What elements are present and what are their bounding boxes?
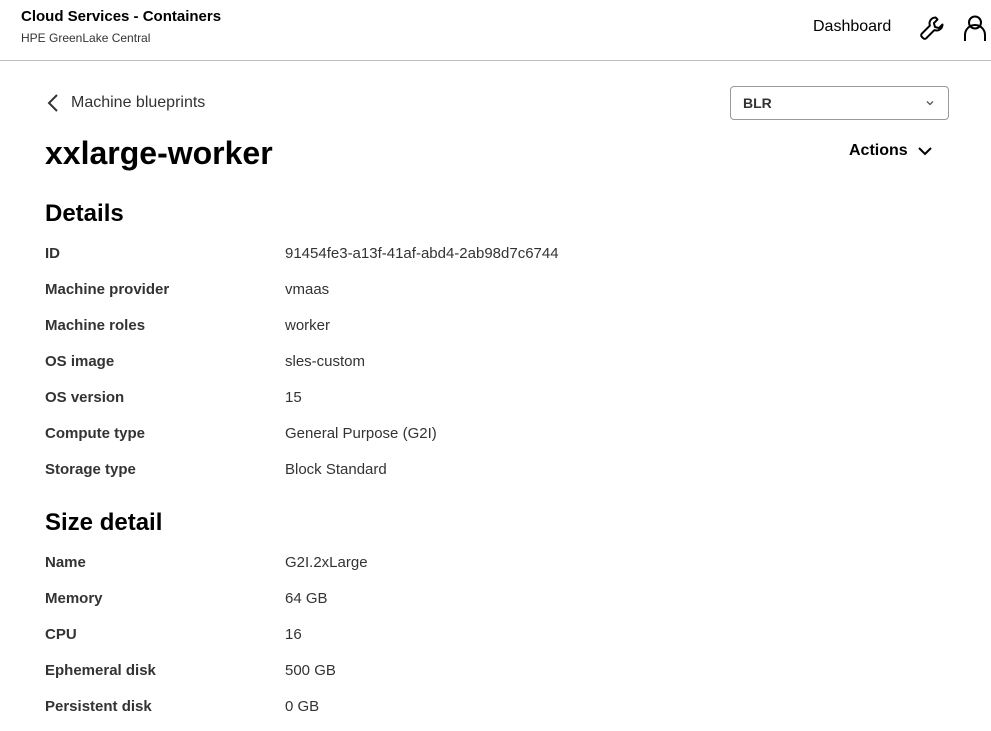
detail-key: Storage type xyxy=(45,461,136,478)
detail-row-compute-type: Compute type General Purpose (G2I) xyxy=(45,425,945,445)
detail-value: Block Standard xyxy=(285,461,387,478)
detail-row-os-image: OS image sles-custom xyxy=(45,353,945,373)
page-title: xxlarge-worker xyxy=(45,135,273,171)
size-detail-heading: Size detail xyxy=(45,509,163,536)
detail-key: Machine roles xyxy=(45,317,146,334)
detail-row-os-version: OS version 15 xyxy=(45,389,945,409)
chevron-down-icon xyxy=(926,101,934,106)
size-key: Name xyxy=(45,554,86,571)
detail-key: Compute type xyxy=(45,425,146,442)
detail-row-id: ID 91454fe3-a13f-41af-abd4-2ab98d7c6744 xyxy=(45,245,945,265)
app-header: Cloud Services - Containers HPE GreenLak… xyxy=(0,0,991,61)
detail-value: sles-custom xyxy=(285,353,366,370)
size-value: 64 GB xyxy=(285,590,328,607)
region-select[interactable]: BLR xyxy=(730,86,949,120)
app-subtitle: HPE GreenLake Central xyxy=(21,31,151,45)
size-row-persistent-disk: Persistent disk 0 GB xyxy=(45,698,945,718)
detail-value: 15 xyxy=(285,389,302,406)
dashboard-link[interactable]: Dashboard xyxy=(813,17,891,37)
size-value: 0 GB xyxy=(285,698,320,715)
wrench-icon[interactable] xyxy=(918,14,946,42)
back-link-machine-blueprints[interactable]: Machine blueprints xyxy=(46,92,205,114)
size-key: CPU xyxy=(45,626,77,643)
size-row-memory: Memory 64 GB xyxy=(45,590,945,610)
detail-key: ID xyxy=(45,245,60,262)
size-value: 500 GB xyxy=(285,662,336,679)
chevron-down-icon xyxy=(917,147,932,156)
actions-menu-button[interactable]: Actions xyxy=(849,142,933,160)
page: Cloud Services - Containers HPE GreenLak… xyxy=(0,0,991,731)
app-title: Cloud Services - Containers xyxy=(21,8,222,25)
detail-row-machine-roles: Machine roles worker xyxy=(45,317,945,337)
size-row-cpu: CPU 16 xyxy=(45,626,945,646)
detail-row-machine-provider: Machine provider vmaas xyxy=(45,281,945,301)
detail-value: 91454fe3-a13f-41af-abd4-2ab98d7c6744 xyxy=(285,245,559,262)
detail-key: OS version xyxy=(45,389,125,406)
chevron-left-icon xyxy=(47,94,58,112)
size-value: G2I.2xLarge xyxy=(285,554,368,571)
user-icon[interactable] xyxy=(961,14,989,42)
details-heading: Details xyxy=(45,200,124,227)
size-key: Persistent disk xyxy=(45,698,152,715)
region-select-value: BLR xyxy=(743,95,772,111)
detail-row-storage-type: Storage type Block Standard xyxy=(45,461,945,481)
detail-key: OS image xyxy=(45,353,115,370)
detail-key: Machine provider xyxy=(45,281,170,298)
detail-value: General Purpose (G2I) xyxy=(285,425,437,442)
size-key: Ephemeral disk xyxy=(45,662,156,679)
size-key: Memory xyxy=(45,590,103,607)
detail-value: worker xyxy=(285,317,331,334)
back-link-label: Machine blueprints xyxy=(71,94,206,111)
size-value: 16 xyxy=(285,626,302,643)
detail-value: vmaas xyxy=(285,281,330,298)
size-row-ephemeral-disk: Ephemeral disk 500 GB xyxy=(45,662,945,682)
brand[interactable]: Cloud Services - Containers HPE GreenLak… xyxy=(21,8,221,46)
actions-label: Actions xyxy=(849,142,908,159)
size-row-name: Name G2I.2xLarge xyxy=(45,554,945,574)
